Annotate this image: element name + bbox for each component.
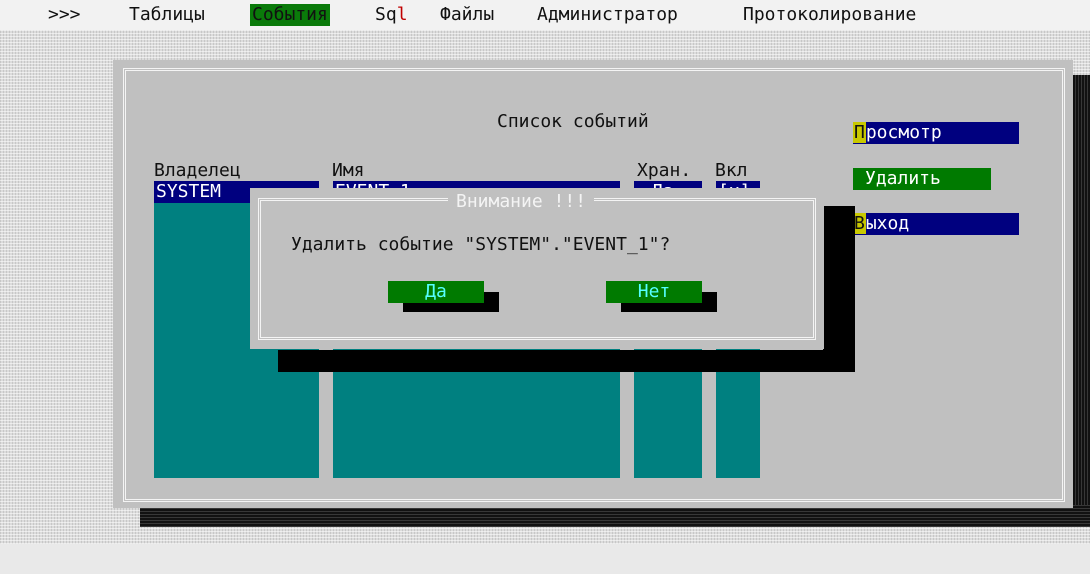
status-bar bbox=[0, 544, 1090, 574]
view-button[interactable]: Просмотр bbox=[853, 122, 1019, 144]
menu-item-admin[interactable]: Администратор bbox=[537, 4, 678, 26]
menu-item-events[interactable]: События bbox=[250, 4, 330, 26]
exit-button-label: ыход bbox=[865, 213, 910, 234]
dialog-message: Удалить событие "SYSTEM"."EVENT_1"? bbox=[291, 234, 671, 255]
menu-prefix: >>> bbox=[48, 4, 81, 25]
view-button-label: росмотр bbox=[865, 122, 942, 143]
confirm-delete-dialog: Внимание !!! Удалить событие "SYSTEM"."E… bbox=[250, 188, 824, 349]
menu-item-sql-label: Sq bbox=[375, 4, 397, 25]
window-shadow-bottom bbox=[140, 505, 1090, 527]
column-header-name: Имя bbox=[332, 160, 365, 181]
dialog-title: Внимание !!! bbox=[448, 190, 595, 214]
column-header-enabled: Вкл bbox=[715, 160, 748, 181]
exit-button[interactable]: Выход bbox=[853, 213, 1019, 235]
menu-bar: >>> Таблицы События Sql Файлы Администра… bbox=[0, 0, 1090, 30]
yes-button[interactable]: Да bbox=[388, 281, 484, 303]
delete-button[interactable]: Удалить bbox=[853, 168, 991, 190]
dialog-shadow-right bbox=[823, 206, 855, 372]
window-title: Список событий bbox=[491, 111, 655, 133]
menu-item-tables[interactable]: Таблицы bbox=[129, 4, 205, 26]
view-button-hotkey: П bbox=[853, 122, 866, 143]
dialog-frame bbox=[258, 198, 816, 340]
menu-item-files[interactable]: Файлы bbox=[440, 4, 494, 26]
no-button[interactable]: Нет bbox=[606, 281, 702, 303]
menu-item-sql[interactable]: Sql bbox=[375, 4, 408, 26]
dialog-shadow-bottom bbox=[278, 350, 855, 372]
column-header-stored: Хран. bbox=[637, 160, 692, 181]
menu-item-logging[interactable]: Протоколирование bbox=[743, 4, 916, 26]
menu-item-sql-hotkey: l bbox=[396, 4, 408, 25]
column-header-owner: Владелец bbox=[154, 160, 241, 181]
